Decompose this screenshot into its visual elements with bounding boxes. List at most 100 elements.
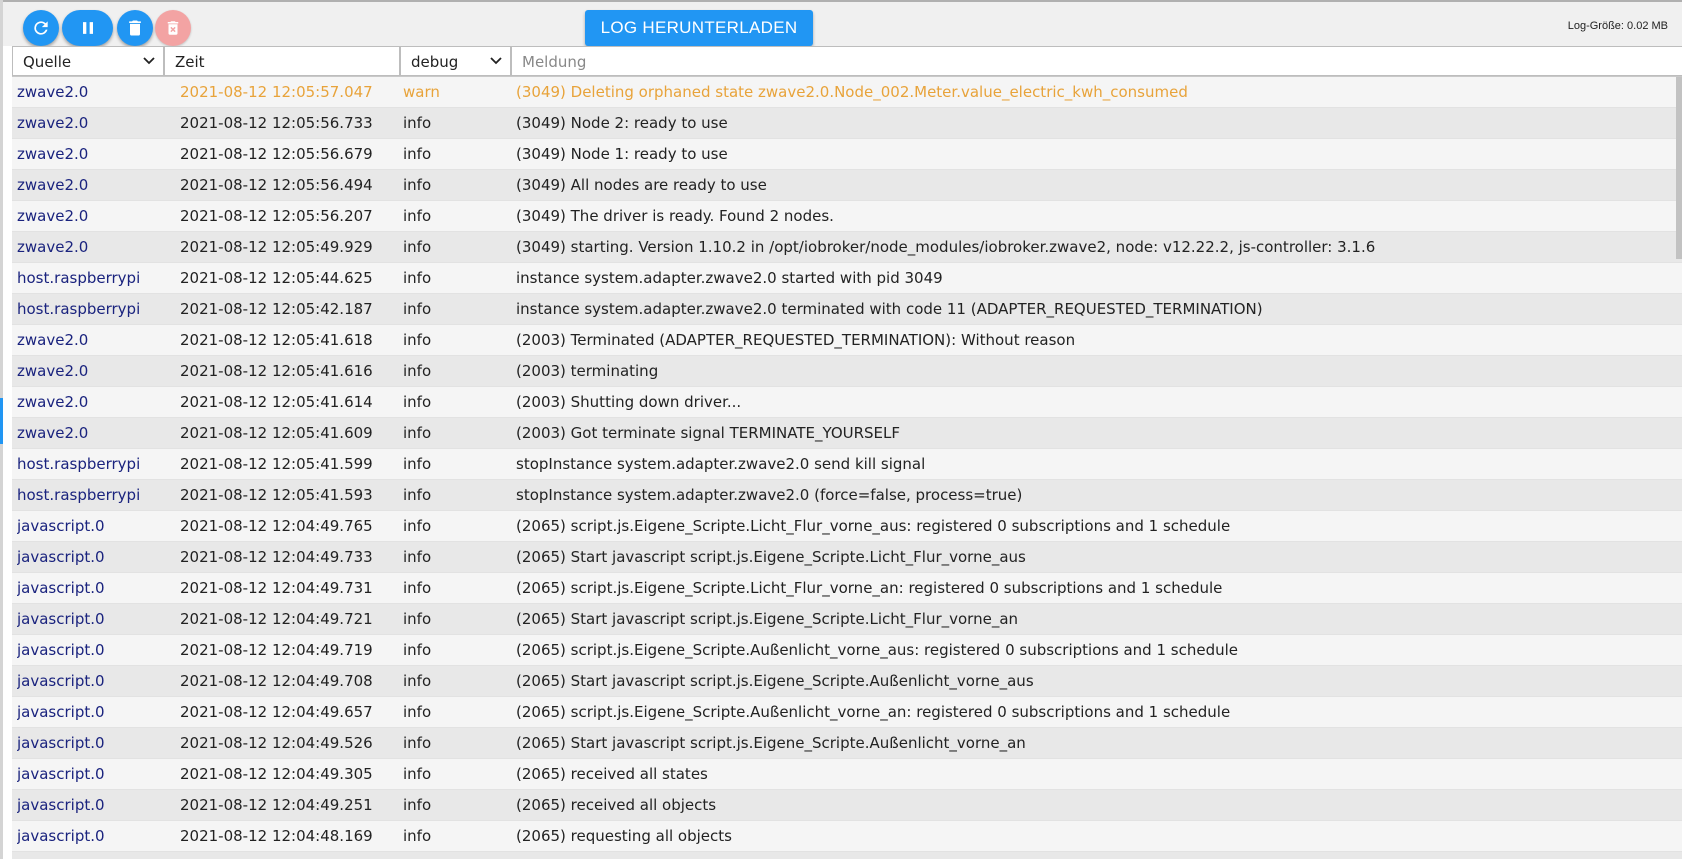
log-message: (2065) requesting all objects <box>516 827 732 845</box>
source-filter-select[interactable]: Quelle <box>12 46 164 76</box>
delete-all-logs-button[interactable] <box>155 10 191 46</box>
log-row: javascript.0 2021-08-12 12:04:49.719 info (… <box>12 635 1682 666</box>
log-source: host.raspberrypi <box>17 300 141 318</box>
log-message: instance system.adapter.zwave2.0 termina… <box>516 300 1263 318</box>
log-row: javascript.0 2021-08-12 12:04:49.765 info (… <box>12 511 1682 542</box>
log-time: 2021-08-12 12:04:49.765 <box>180 517 373 535</box>
log-row: host.raspberrypi 2021-08-12 12:05:44.625 i… <box>12 263 1682 294</box>
log-source: host.raspberrypi <box>17 455 141 473</box>
log-time: 2021-08-12 12:04:49.733 <box>180 548 373 566</box>
log-time: 2021-08-12 12:04:49.721 <box>180 610 373 628</box>
log-table: Quelle Zeit debug Meldung zwave2.0 2021-0… <box>12 46 1682 859</box>
log-source: zwave2.0 <box>17 176 89 194</box>
log-time: 2021-08-12 12:05:41.614 <box>180 393 373 411</box>
log-row: zwave2.0 2021-08-12 12:05:56.207 info (3049… <box>12 201 1682 232</box>
log-source: javascript.0 <box>17 703 105 721</box>
log-level: info <box>403 610 432 628</box>
log-level: info <box>403 641 432 659</box>
pause-button[interactable] <box>62 10 113 46</box>
log-level: info <box>403 827 432 845</box>
log-row: zwave2.0 2021-08-12 12:05:49.929 info (3049… <box>12 232 1682 263</box>
log-message: instance system.adapter.zwave2.0 started… <box>516 269 943 287</box>
log-source: zwave2.0 <box>17 424 89 442</box>
log-level: info <box>403 579 432 597</box>
log-source: zwave2.0 <box>17 83 89 101</box>
log-time: 2021-08-12 12:05:42.187 <box>180 300 373 318</box>
log-size-label: Log-Größe: 0.02 MB <box>1567 20 1668 32</box>
log-row: host.raspberrypi 2021-08-12 12:05:42.187 i… <box>12 294 1682 325</box>
log-time: 2021-08-12 12:04:49.657 <box>180 703 373 721</box>
log-time: 2021-08-12 12:05:56.733 <box>180 114 373 132</box>
left-nav-edge <box>0 0 3 859</box>
log-source: zwave2.0 <box>17 331 89 349</box>
log-toolbar: LOG HERUNTERLADEN Log-Größe: 0.02 MB <box>3 2 1682 46</box>
log-message: (2003) Terminated (ADAPTER_REQUESTED_TER… <box>516 331 1076 349</box>
delete-icon <box>129 20 141 36</box>
log-source: zwave2.0 <box>17 238 89 256</box>
delete-log-button[interactable] <box>117 10 153 46</box>
log-level: info <box>403 486 432 504</box>
log-row: zwave2.0 2021-08-12 12:05:57.047 warn (3049… <box>12 77 1682 108</box>
log-message: (2065) Start javascript script.js.Eigene… <box>516 734 1026 752</box>
log-level: info <box>403 703 432 721</box>
table-scrollbar[interactable] <box>1676 77 1682 259</box>
log-source: javascript.0 <box>17 579 105 597</box>
log-level: info <box>403 114 432 132</box>
log-time: 2021-08-12 12:04:49.305 <box>180 765 373 783</box>
log-time: 2021-08-12 12:05:56.494 <box>180 176 373 194</box>
log-message: (2003) terminating <box>516 362 659 380</box>
log-row: zwave2.0 2021-08-12 12:05:41.616 info (2003… <box>12 356 1682 387</box>
log-message: (2003) Shutting down driver... <box>516 393 742 411</box>
log-row: javascript.0 2021-08-12 12:04:49.526 info (… <box>12 728 1682 759</box>
delete-all-icon <box>167 21 179 35</box>
log-time: 2021-08-12 12:04:48.169 <box>180 827 373 845</box>
log-message: stopInstance system.adapter.zwave2.0 sen… <box>516 455 926 473</box>
log-time: 2021-08-12 12:05:57.047 <box>180 83 373 101</box>
log-time: 2021-08-12 12:05:41.609 <box>180 424 373 442</box>
log-time: 2021-08-12 12:05:41.618 <box>180 331 373 349</box>
log-message: (2065) script.js.Eigene_Scripte.Licht_Fl… <box>516 579 1223 597</box>
log-source: javascript.0 <box>17 796 105 814</box>
refresh-button[interactable] <box>23 10 59 46</box>
log-row: javascript.0 2021-08-12 12:04:48.163info (… <box>12 852 1682 859</box>
log-row: javascript.0 2021-08-12 12:04:49.251 info (… <box>12 790 1682 821</box>
log-message: (2065) Start javascript script.js.Eigene… <box>516 610 1019 628</box>
log-level: info <box>403 176 432 194</box>
log-source: zwave2.0 <box>17 145 89 163</box>
log-source: javascript.0 <box>17 852 157 859</box>
log-level: info <box>403 852 503 859</box>
log-source: javascript.0 <box>17 672 105 690</box>
time-filter-label: Zeit <box>175 53 205 71</box>
log-source: zwave2.0 <box>17 362 89 380</box>
log-source: javascript.0 <box>17 517 105 535</box>
log-message: (3049) Node 2: ready to use <box>516 114 728 132</box>
chevron-down-icon <box>143 57 155 65</box>
log-row: zwave2.0 2021-08-12 12:05:41.609 info (2003… <box>12 418 1682 449</box>
log-time: 2021-08-12 12:05:41.599 <box>180 455 373 473</box>
log-time: 2021-08-12 12:05:49.929 <box>180 238 373 256</box>
log-level: info <box>403 238 432 256</box>
log-level: info <box>403 765 432 783</box>
log-source: javascript.0 <box>17 827 105 845</box>
log-message: (2065) received all states <box>516 765 708 783</box>
filter-row: Quelle Zeit debug Meldung <box>12 46 1682 77</box>
log-time: 2021-08-12 12:05:44.625 <box>180 269 373 287</box>
level-filter-select[interactable]: debug <box>400 46 511 76</box>
pause-icon <box>82 22 93 34</box>
log-time: 2021-08-12 12:05:56.679 <box>180 145 373 163</box>
time-filter-input[interactable]: Zeit <box>164 46 400 76</box>
log-source: javascript.0 <box>17 734 105 752</box>
refresh-icon <box>34 21 48 35</box>
log-row: host.raspberrypi 2021-08-12 12:05:41.599 i… <box>12 449 1682 480</box>
download-log-button[interactable]: LOG HERUNTERLADEN <box>585 10 813 46</box>
log-message: (2065) Start javascript script.js.Eigene… <box>516 672 1034 690</box>
log-source: host.raspberrypi <box>17 269 141 287</box>
log-time: 2021-08-12 12:05:41.616 <box>180 362 373 380</box>
message-filter-input[interactable]: Meldung <box>511 46 1682 76</box>
log-time: 2021-08-12 12:04:49.251 <box>180 796 373 814</box>
log-time: 2021-08-12 12:05:56.207 <box>180 207 373 225</box>
log-message: (3049) starting. Version 1.10.2 in /opt/… <box>516 238 1376 256</box>
log-message: (3049) Node 1: ready to use <box>516 145 728 163</box>
log-message: (2065) Start javascript script.js.Eigene… <box>516 548 1026 566</box>
log-row: javascript.0 2021-08-12 12:04:48.169 info (… <box>12 821 1682 852</box>
